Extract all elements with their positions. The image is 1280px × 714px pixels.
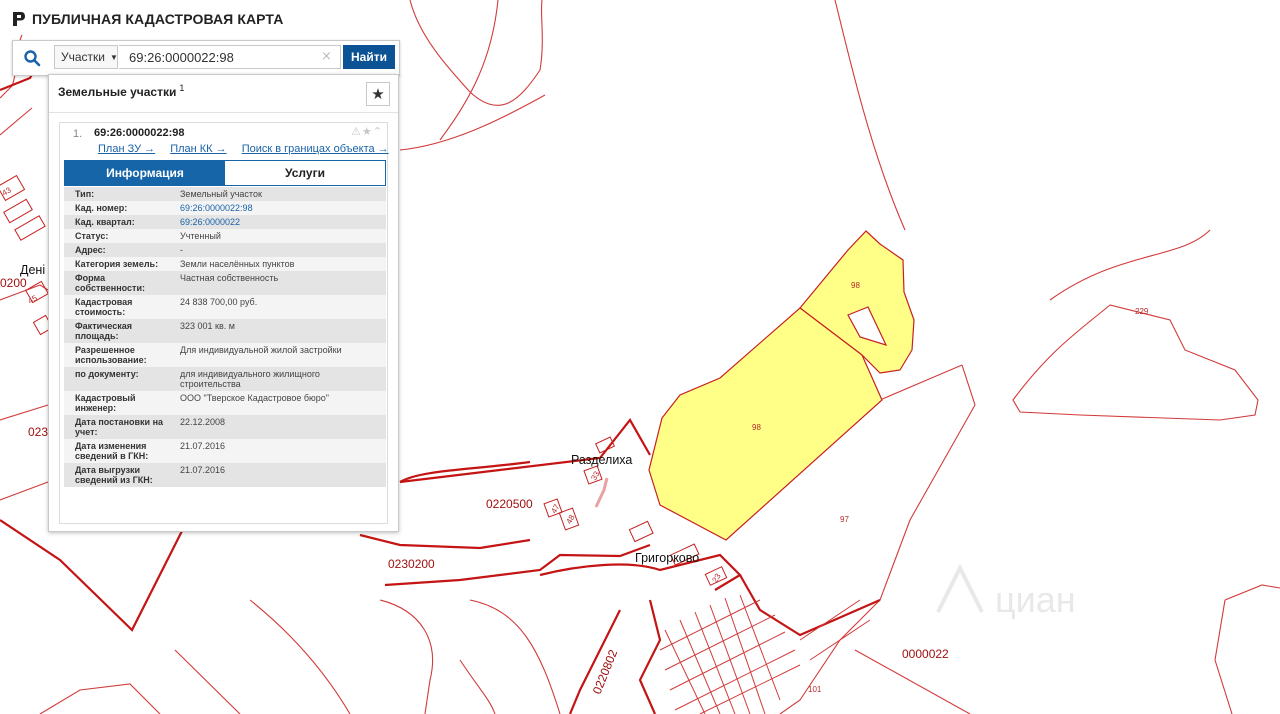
info-label: по документу: [64,367,174,391]
info-label: Категория земель: [64,257,174,271]
info-value: Земельный участок [174,187,386,201]
search-type-label: Участки [61,50,105,64]
info-value: 323 001 кв. м [174,319,386,343]
parcel-label: 98 [752,423,761,432]
panel-divider [49,112,398,113]
result-count: 1 [179,83,185,93]
info-label: Фактическая площадь: [64,319,174,343]
info-value: 24 838 700,00 руб. [174,295,386,319]
search-icon[interactable] [23,49,41,67]
place-label-grigorkovo: Григорково [635,551,699,565]
info-label: Адрес: [64,243,174,257]
info-value: 22.12.2008 [174,415,386,439]
rosreestr-logo-icon [13,12,25,26]
place-label-razdelikha: Разделиха [571,453,632,467]
info-value: 21.07.2016 [174,439,386,463]
info-label: Форма собственности: [64,271,174,295]
result-tabs: Информация Услуги [64,160,386,186]
tab-services[interactable]: Услуги [225,161,385,185]
parcel-label: 229 [1135,307,1149,316]
search-in-bounds-link[interactable]: Поиск в границах объекта → [242,143,389,155]
info-label: Разрешенное использование: [64,343,174,367]
info-row: Дата изменения сведений в ГКН: 21.07.2016 [64,439,386,463]
info-label: Тип: [64,187,174,201]
info-row: по документу: для индивидуального жилищно… [64,367,386,391]
quarter-label: 0000022 [902,647,949,661]
find-button[interactable]: Найти [343,45,395,69]
panel-title-text: Земельные участки [58,85,177,99]
info-value: Частная собственность [174,271,386,295]
star-icon: ★ [371,85,385,103]
info-value: 21.07.2016 [174,463,386,487]
info-row: Кадастровый инженер: ООО "Тверское Кадаст… [64,391,386,415]
quarter-label: 0200 [0,276,27,290]
tab-info[interactable]: Информация [65,161,225,185]
info-row: Форма собственности: Частная собственност… [64,271,386,295]
info-label: Кадастровый инженер: [64,391,174,415]
search-input[interactable]: 69:26:0000022:98 [119,45,341,69]
info-label: Дата выгрузки сведений из ГКН: [64,463,174,487]
quarter-label: 023 [28,425,48,439]
info-label: Дата изменения сведений в ГКН: [64,439,174,463]
info-value[interactable]: 69:26:0000022:98 [174,201,386,215]
search-bar: Участки ▼ 69:26:0000022:98 × Найти [12,40,400,76]
info-row: Кадастровая стоимость: 24 838 700,00 руб. [64,295,386,319]
app-header: ПУБЛИЧНАЯ КАДАСТРОВАЯ КАРТА [12,9,283,29]
info-label: Дата постановки на учет: [64,415,174,439]
search-query: 69:26:0000022:98 [129,49,234,65]
chevron-down-icon: ▼ [110,52,118,62]
info-value: Для индивидуальной жилой застройки [174,343,386,367]
info-row: Тип: Земельный участок [64,187,386,201]
result-links: План ЗУ → План КК → Поиск в границах объ… [98,143,401,155]
search-type-select[interactable]: Участки ▼ [54,45,118,69]
info-value: для индивидуального жилищного строительс… [174,367,386,391]
info-row: Кад. квартал: 69:26:0000022 [64,215,386,229]
plan-kk-link[interactable]: План КК → [170,143,226,155]
panel-title: Земельные участки 1 [58,83,184,99]
card-action-icons[interactable]: ⚠★⌃ [351,125,383,138]
info-value: Учтенный [174,229,386,243]
info-value: - [174,243,386,257]
info-label: Кад. квартал: [64,215,174,229]
place-label-partial: Дені [20,263,45,277]
watermark-text: циан [995,579,1076,620]
info-row: Адрес: - [64,243,386,257]
parcel-label: 101 [808,685,822,694]
info-row: Разрешенное использование: Для индивидуал… [64,343,386,367]
result-card: 1. 69:26:0000022:98 ⚠★⌃ План ЗУ → План К… [59,122,389,524]
results-panel: Земельные участки 1 ★ 1. 69:26:0000022:98… [48,74,399,532]
parcel-label: 97 [840,515,849,524]
quarter-label: 0220500 [486,497,533,511]
parcel-label: 98 [851,281,860,290]
result-cad-number[interactable]: 69:26:0000022:98 [94,127,185,139]
favorites-button[interactable]: ★ [366,82,390,106]
info-label: Статус: [64,229,174,243]
info-table: Тип: Земельный участок Кад. номер: 69:26:00… [64,187,386,487]
info-row: Дата постановки на учет: 22.12.2008 [64,415,386,439]
info-row: Категория земель: Земли населённых пункто… [64,257,386,271]
info-label: Кадастровая стоимость: [64,295,174,319]
info-row: Статус: Учтенный [64,229,386,243]
info-value: ООО "Тверское Кадастровое бюро" [174,391,386,415]
result-index: 1. [73,128,83,140]
info-value: Земли населённых пунктов [174,257,386,271]
app-title: ПУБЛИЧНАЯ КАДАСТРОВАЯ КАРТА [32,11,284,27]
info-label: Кад. номер: [64,201,174,215]
quarter-label: 0230200 [388,557,435,571]
plan-zu-link[interactable]: План ЗУ → [98,143,155,155]
info-row: Дата выгрузки сведений из ГКН: 21.07.2016 [64,463,386,487]
info-row: Кад. номер: 69:26:0000022:98 [64,201,386,215]
info-value[interactable]: 69:26:0000022 [174,215,386,229]
info-row: Фактическая площадь: 323 001 кв. м [64,319,386,343]
clear-icon[interactable]: × [321,50,332,63]
